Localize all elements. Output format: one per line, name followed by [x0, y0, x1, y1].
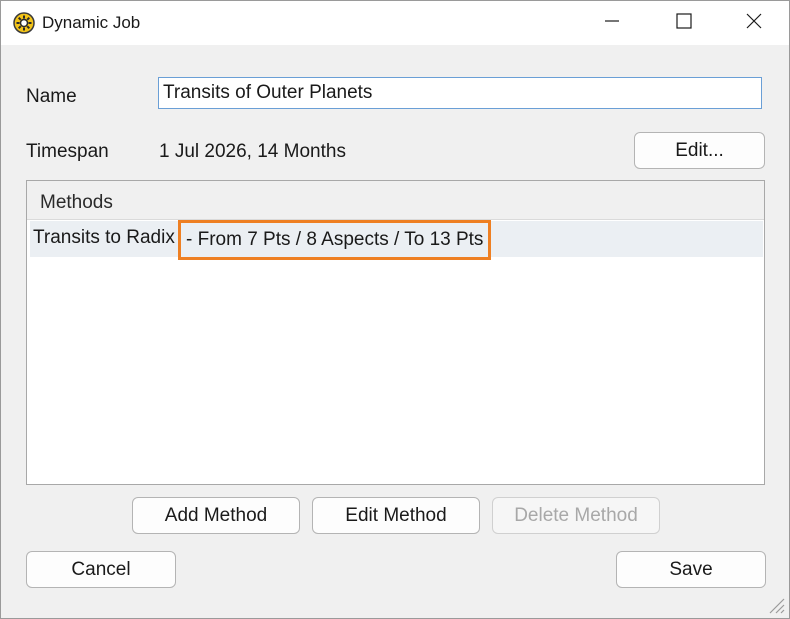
- timespan-value: 1 Jul 2026, 14 Months: [159, 141, 346, 162]
- list-item[interactable]: Transits to Radix - From 7 Pts / 8 Aspec…: [30, 220, 763, 260]
- method-name: Transits to Radix: [33, 227, 175, 248]
- add-method-button[interactable]: Add Method: [132, 497, 300, 534]
- methods-header: Methods: [27, 181, 764, 220]
- title-bar[interactable]: Dynamic Job: [1, 1, 789, 45]
- close-button[interactable]: [719, 1, 789, 45]
- edit-method-button[interactable]: Edit Method: [312, 497, 480, 534]
- method-detail: - From 7 Pts / 8 Aspects / To 13 Pts: [178, 220, 492, 260]
- timespan-label: Timespan: [26, 141, 109, 162]
- name-label: Name: [26, 86, 77, 107]
- maximize-icon: [676, 12, 692, 34]
- name-input[interactable]: [158, 77, 762, 109]
- maximize-button[interactable]: [649, 1, 719, 45]
- save-button[interactable]: Save: [616, 551, 766, 588]
- edit-timespan-button[interactable]: Edit...: [634, 132, 765, 169]
- close-icon: [746, 13, 762, 34]
- methods-header-label: Methods: [40, 192, 113, 213]
- cancel-button[interactable]: Cancel: [26, 551, 176, 588]
- methods-list[interactable]: Methods Transits to Radix - From 7 Pts /…: [26, 180, 765, 485]
- resize-grip-icon[interactable]: [767, 596, 785, 614]
- dynamic-job-dialog: Dynamic Job Name Timespan 1 Jul 2026, 14…: [0, 0, 790, 619]
- window-title: Dynamic Job: [42, 13, 141, 32]
- minimize-button[interactable]: [577, 1, 647, 45]
- delete-method-button[interactable]: Delete Method: [492, 497, 660, 534]
- minimize-icon: [604, 13, 620, 34]
- sun-gear-icon: [13, 12, 35, 34]
